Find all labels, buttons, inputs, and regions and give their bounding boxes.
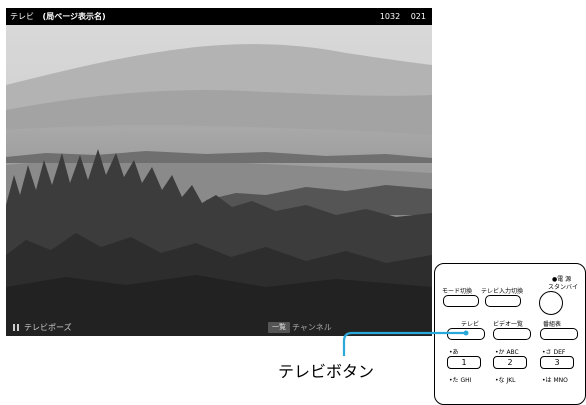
callout-leader-line <box>342 330 469 356</box>
tv-button-callout-label: テレビボタン <box>278 362 375 381</box>
